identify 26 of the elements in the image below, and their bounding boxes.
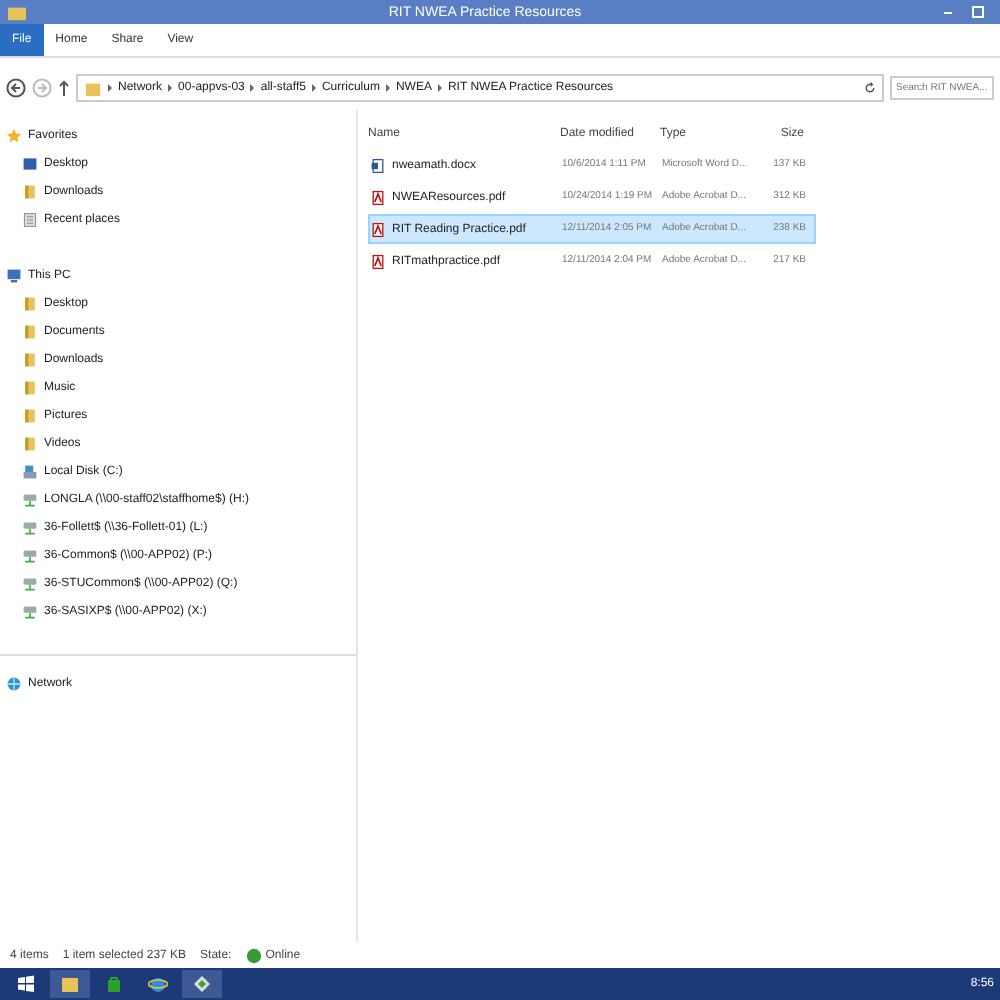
- computer-icon: [6, 268, 22, 284]
- network-drive-icon: [22, 548, 38, 564]
- desktop-icon: [22, 156, 38, 172]
- pdf-icon: [370, 253, 386, 269]
- maximize-button[interactable]: [972, 6, 984, 18]
- network-drive-icon: [22, 604, 38, 620]
- pdf-icon: [370, 221, 386, 237]
- chevron-icon: [385, 84, 390, 92]
- back-icon[interactable]: [6, 78, 26, 98]
- recent-places-icon: [22, 212, 38, 228]
- minimize-button[interactable]: [944, 11, 952, 13]
- refresh-icon[interactable]: [864, 80, 876, 96]
- star-icon: [6, 128, 22, 144]
- network-drive-icon: [22, 576, 38, 592]
- word-document-icon: [370, 157, 386, 173]
- chevron-icon: [168, 84, 173, 92]
- disk-icon: [22, 464, 38, 480]
- network-drive-icon: [22, 492, 38, 508]
- chevron-icon: [250, 84, 255, 92]
- chevron-icon: [437, 84, 442, 92]
- chevron-icon: [311, 84, 316, 92]
- up-arrow-icon[interactable]: [58, 80, 70, 96]
- network-icon: [6, 676, 22, 692]
- online-icon: [245, 947, 262, 963]
- network-drive-icon: [22, 520, 38, 536]
- pdf-icon: [370, 189, 386, 205]
